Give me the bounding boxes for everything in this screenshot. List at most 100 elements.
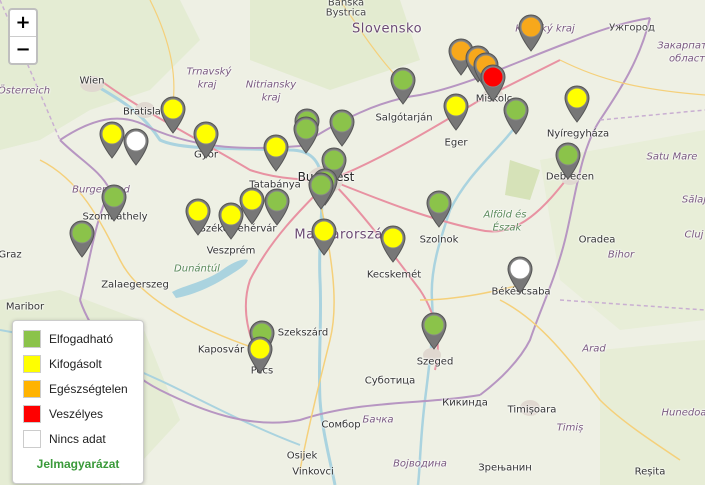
label-graz: Graz	[0, 249, 22, 261]
label-uzhorod: Ужгород	[609, 22, 655, 34]
label-szekszard: Szekszárd	[277, 327, 329, 339]
label-subotica: Суботица	[364, 375, 416, 387]
map-pin-icon	[426, 190, 452, 228]
map-pin-icon	[311, 218, 337, 256]
map-pin-icon	[185, 198, 211, 236]
label-maribor: Maribor	[5, 301, 45, 313]
station-marker-bekescsaba[interactable]	[505, 254, 535, 294]
label-osijek: Osijek	[286, 450, 318, 462]
zoom-in-button[interactable]: +	[10, 10, 36, 36]
label-sala: Sălaj	[681, 194, 705, 206]
label-szeged: Szeged	[416, 356, 454, 368]
label-bihor: Bihor	[607, 249, 635, 261]
map-pin-icon	[507, 256, 533, 294]
label-cluj: Cluj	[684, 229, 704, 241]
label-dunantul: Dunántúl	[174, 263, 220, 275]
label-vinkovci: Vinkovci	[292, 466, 334, 478]
station-marker-vac[interactable]	[327, 107, 357, 147]
map-pin-icon	[160, 96, 186, 134]
label-vojvodina: Војводина	[393, 458, 447, 470]
zoom-out-button[interactable]: −	[10, 36, 36, 63]
station-marker-hegyeshalom[interactable]	[121, 126, 151, 166]
label-kikinda: Кикинда	[442, 397, 488, 409]
map-pin-icon	[380, 225, 406, 263]
label-zakarpat-1: Закарпат	[657, 40, 705, 52]
station-marker-gyor[interactable]	[191, 119, 221, 159]
station-marker-kosice[interactable]	[516, 12, 546, 52]
map-pin-icon	[308, 172, 334, 210]
station-marker-eger[interactable]	[441, 91, 471, 131]
label-sombor: Сомбор	[321, 419, 361, 431]
legend-label: Egészségtelen	[49, 382, 128, 396]
legend-label: Veszélyes	[49, 407, 104, 421]
label-zrenjanin: Зрењанин	[478, 462, 532, 474]
legend-swatch	[23, 430, 41, 448]
station-marker-szombathely[interactable]	[99, 182, 129, 222]
station-marker-kecskemet[interactable]	[378, 223, 408, 263]
station-marker-miskolc-east[interactable]	[501, 95, 531, 135]
legend-title: Jelmagyarázat	[36, 457, 120, 471]
map-pin-icon	[503, 97, 529, 135]
legend-item-acceptable: Elfogadható	[23, 329, 113, 349]
zoom-control: + −	[8, 8, 38, 65]
legend: Elfogadható Kifogásolt Egészségtelen Ves…	[12, 320, 144, 484]
legend-label: Nincs adat	[49, 432, 106, 446]
legend-swatch	[23, 380, 41, 398]
label-salgotarjan: Salgótarján	[375, 112, 433, 124]
label-eger: Eger	[444, 137, 468, 149]
station-marker-pecs[interactable]	[245, 334, 275, 374]
map-pin-icon	[329, 109, 355, 147]
map-pin-icon	[293, 116, 319, 154]
legend-item-no-data: Nincs adat	[23, 429, 106, 449]
station-marker-dunaujvaros[interactable]	[309, 216, 339, 256]
label-timis: Timiș	[556, 422, 584, 434]
station-marker-szeged[interactable]	[419, 310, 449, 350]
label-kaposvar: Kaposvár	[197, 344, 245, 356]
station-marker-sopron-south[interactable]	[67, 218, 97, 258]
map-pin-icon	[564, 85, 590, 123]
map-pin-icon	[421, 312, 447, 350]
station-marker-szolnok[interactable]	[424, 188, 454, 228]
legend-swatch	[23, 330, 41, 348]
station-marker-salgotarjan[interactable]	[388, 65, 418, 105]
label-veszprem: Veszprém	[206, 245, 256, 257]
label-nitriansky-2: kraj	[261, 92, 281, 104]
label-oradea: Oradea	[578, 234, 616, 246]
map-pin-icon	[101, 184, 127, 222]
legend-item-dangerous: Veszélyes	[23, 404, 103, 424]
station-marker-szazhalombatta[interactable]	[306, 170, 336, 210]
label-bacs: Бачка	[362, 414, 394, 426]
label-zalaegerszeg: Zalaegerszeg	[101, 279, 169, 291]
label-trnavsky-2: kraj	[197, 79, 217, 91]
legend-item-objectionable: Kifogásolt	[23, 354, 102, 374]
label-alfold-2: Észak	[492, 222, 522, 234]
station-marker-nyiregyhaza[interactable]	[562, 83, 592, 123]
legend-label: Elfogadható	[49, 332, 114, 346]
map-view[interactable]: Banská Bystrica Slovensko Ужгород Закарп…	[0, 0, 705, 485]
station-marker-debrecen[interactable]	[553, 140, 583, 180]
label-bystrica: Bystrica	[325, 7, 367, 19]
label-trnavsky-1: Trnavský	[186, 66, 232, 78]
label-resita: Reșita	[634, 466, 666, 478]
station-marker-szekesfehervar-east[interactable]	[262, 186, 292, 226]
station-marker-budapest-north[interactable]	[291, 114, 321, 154]
map-pin-icon	[443, 93, 469, 131]
map-pin-icon	[247, 336, 273, 374]
map-pin-icon	[69, 220, 95, 258]
label-nyiregyhaza: Nyíregyháza	[546, 128, 610, 140]
legend-swatch	[23, 355, 41, 373]
map-pin-icon	[264, 188, 290, 226]
label-kecskemet: Kecskemét	[366, 269, 422, 281]
station-marker-bratislava-east[interactable]	[158, 94, 188, 134]
station-marker-tatabanya[interactable]	[261, 132, 291, 172]
map-pin-icon	[193, 121, 219, 159]
map-pin-icon	[263, 134, 289, 172]
legend-label: Kifogásolt	[49, 357, 102, 371]
map-pin-icon	[555, 142, 581, 180]
legend-item-unhealthy: Egészségtelen	[23, 379, 128, 399]
label-wien: Wien	[79, 75, 105, 87]
label-nitriansky-1: Nitriansky	[245, 79, 297, 91]
station-marker-ajka[interactable]	[183, 196, 213, 236]
label-szolnok: Szolnok	[419, 234, 459, 246]
label-alfold-1: Alföld és	[483, 209, 527, 221]
